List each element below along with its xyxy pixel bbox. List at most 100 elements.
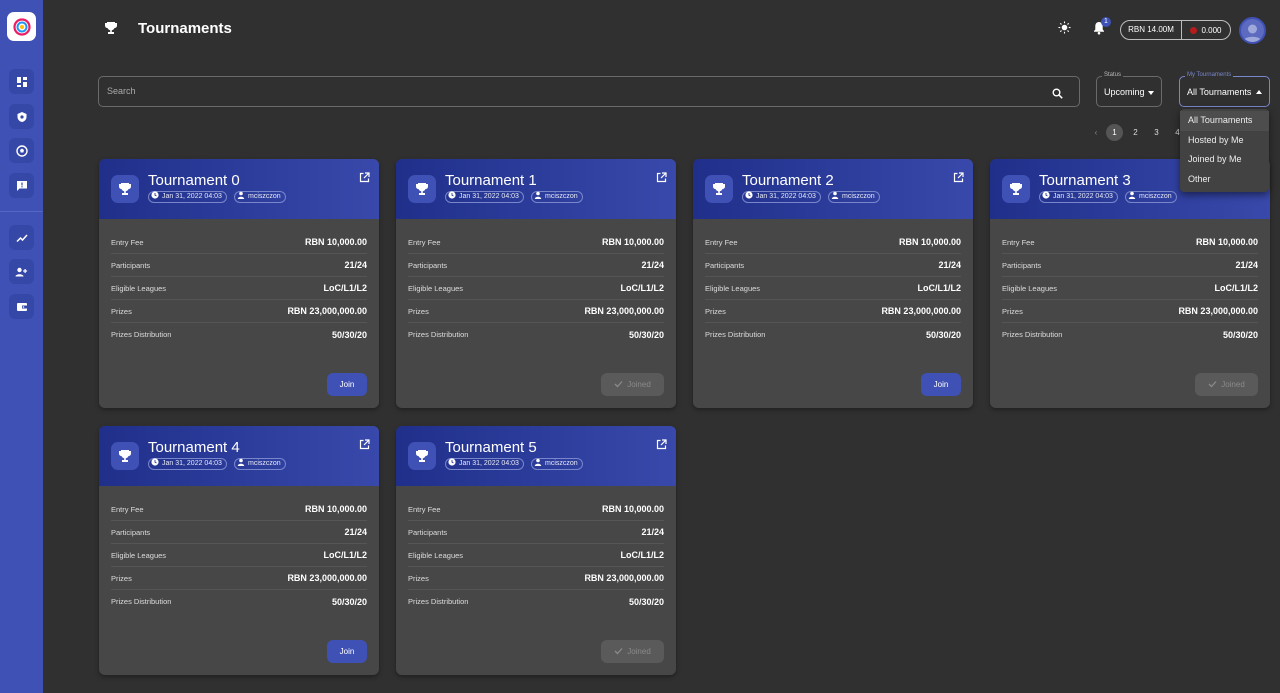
join-button[interactable]: Join	[327, 640, 367, 663]
card-row-participants: Participants 21/24	[111, 521, 367, 544]
row-value: LoC/L1/L2	[620, 283, 664, 293]
row-label: Prizes	[705, 306, 726, 316]
menu-item-joined[interactable]: Joined by Me	[1180, 150, 1269, 170]
joined-label: Joined	[627, 380, 651, 389]
trophy-icon	[1002, 175, 1030, 203]
sidebar-item-dashboard[interactable]	[9, 69, 34, 94]
date-text: Jan 31, 2022 04:03	[1053, 193, 1113, 200]
search-icon[interactable]	[1052, 86, 1063, 104]
dashboard-icon	[16, 76, 27, 87]
wallet-balance[interactable]: RBN 14.00M 0.000	[1120, 20, 1231, 40]
tournament-card: Tournament 5 Jan 31, 2022 04:03 mciszczo…	[396, 426, 676, 675]
row-value: RBN 23,000,000.00	[1178, 306, 1258, 316]
host-chip: mciszczon	[828, 191, 880, 203]
sidebar-item-stats[interactable]	[9, 225, 34, 250]
open-external-icon[interactable]	[953, 170, 964, 188]
open-external-icon[interactable]	[656, 170, 667, 188]
open-external-icon[interactable]	[359, 170, 370, 188]
menu-item-other[interactable]: Other	[1180, 170, 1269, 190]
page-button-1[interactable]: 1	[1106, 124, 1123, 141]
joined-button: Joined	[1195, 373, 1258, 396]
sidebar-item-wallet[interactable]	[9, 294, 34, 319]
menu-item-all[interactable]: All Tournaments	[1180, 111, 1269, 131]
card-row-leagues: Eligible Leagues LoC/L1/L2	[1002, 277, 1258, 300]
my-tournaments-menu: All Tournaments Hosted by Me Joined by M…	[1180, 109, 1269, 192]
trophy-icon	[111, 442, 139, 470]
row-value: RBN 23,000,000.00	[287, 306, 367, 316]
card-row-distribution: Prizes Distribution 50/30/20	[1002, 323, 1258, 346]
date-text: Jan 31, 2022 04:03	[459, 193, 519, 200]
join-button[interactable]: Join	[327, 373, 367, 396]
feedback-icon	[16, 180, 27, 191]
host-text: mciszczon	[1139, 193, 1172, 200]
user-icon	[1128, 191, 1136, 203]
card-details: Entry Fee RBN 10,000.00 Participants 21/…	[396, 219, 676, 346]
date-text: Jan 31, 2022 04:03	[162, 193, 222, 200]
card-title: Tournament 4	[148, 439, 240, 456]
host-chip: mciszczon	[531, 191, 583, 203]
row-label: Eligible Leagues	[111, 550, 167, 560]
trophy-icon	[408, 175, 436, 203]
card-row-participants: Participants 21/24	[408, 521, 664, 544]
clock-icon	[151, 191, 159, 203]
sidebar-item-matches[interactable]	[9, 138, 34, 163]
row-value: 50/30/20	[1222, 329, 1258, 340]
host-text: mciszczon	[248, 460, 281, 467]
row-value: 50/30/20	[628, 329, 664, 340]
row-value: LoC/L1/L2	[1214, 283, 1258, 293]
row-value: RBN 23,000,000.00	[881, 306, 961, 316]
open-external-icon[interactable]	[359, 437, 370, 455]
clock-icon	[448, 191, 456, 203]
row-value: 50/30/20	[925, 329, 961, 340]
card-row-leagues: Eligible Leagues LoC/L1/L2	[111, 277, 367, 300]
theme-toggle-icon[interactable]	[1058, 21, 1071, 39]
avatar[interactable]	[1239, 17, 1266, 44]
page-button-2[interactable]: 2	[1127, 124, 1144, 141]
row-label: Entry Fee	[705, 237, 738, 247]
tournament-card: Tournament 3 Jan 31, 2022 04:03 mciszczo…	[990, 159, 1270, 408]
row-label: Prizes	[408, 573, 429, 583]
row-label: Eligible Leagues	[1002, 283, 1058, 293]
host-text: mciszczon	[248, 193, 281, 200]
join-label: Join	[339, 647, 355, 656]
token-icon	[1190, 26, 1198, 34]
sidebar-item-security[interactable]	[9, 104, 34, 129]
trophy-icon	[104, 21, 118, 40]
card-details: Entry Fee RBN 10,000.00 Participants 21/…	[693, 219, 973, 346]
sidebar-item-users[interactable]	[9, 259, 34, 284]
app-logo[interactable]	[7, 12, 36, 41]
prev-page-button[interactable]: ‹	[1090, 124, 1102, 141]
card-row-leagues: Eligible Leagues LoC/L1/L2	[111, 544, 367, 567]
logo-icon	[12, 17, 31, 36]
date-chip: Jan 31, 2022 04:03	[445, 458, 524, 470]
my-tournaments-select[interactable]: My Tournaments All Tournaments	[1179, 72, 1270, 107]
notification-badge: 1	[1101, 17, 1111, 27]
card-row-distribution: Prizes Distribution 50/30/20	[111, 323, 367, 346]
card-title: Tournament 2	[742, 172, 834, 189]
host-chip: mciszczon	[234, 191, 286, 203]
row-value: 21/24	[344, 527, 367, 537]
card-header: Tournament 2 Jan 31, 2022 04:03 mciszczo…	[693, 159, 973, 219]
sidebar-item-feedback[interactable]	[9, 173, 34, 198]
join-button[interactable]: Join	[921, 373, 961, 396]
caret-down-icon	[1148, 91, 1154, 95]
open-external-icon[interactable]	[656, 437, 667, 455]
sidebar	[0, 0, 43, 693]
row-value: RBN 10,000.00	[898, 237, 961, 247]
page-title: Tournaments	[138, 20, 232, 37]
sidebar-divider	[0, 211, 43, 212]
menu-item-hosted[interactable]: Hosted by Me	[1180, 131, 1269, 151]
status-select[interactable]: Status Upcoming	[1096, 72, 1162, 107]
page-button-3[interactable]: 3	[1148, 124, 1165, 141]
row-label: Prizes	[111, 306, 132, 316]
card-row-leagues: Eligible Leagues LoC/L1/L2	[408, 277, 664, 300]
search-input[interactable]	[107, 86, 1007, 96]
join-label: Join	[933, 380, 949, 389]
card-row-prizes: Prizes RBN 23,000,000.00	[111, 300, 367, 323]
row-label: Prizes Distribution	[1002, 330, 1063, 339]
check-icon	[614, 647, 623, 657]
card-row-prizes: Prizes RBN 23,000,000.00	[705, 300, 961, 323]
card-row-participants: Participants 21/24	[705, 254, 961, 277]
user-icon	[534, 191, 542, 203]
token-balance: 0.000	[1182, 26, 1230, 35]
